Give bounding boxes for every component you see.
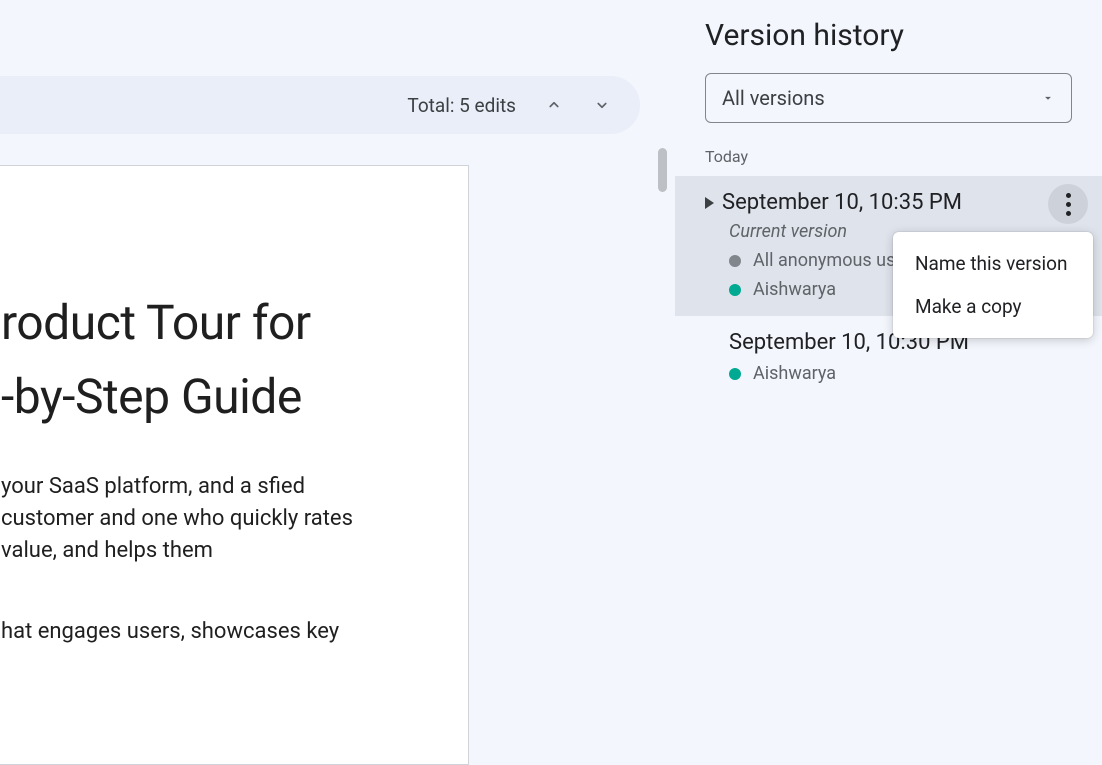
chevron-up-icon <box>545 96 563 114</box>
more-actions-button[interactable] <box>1048 184 1088 224</box>
doc-paragraph: your SaaS platform, and a sfied customer… <box>1 471 398 567</box>
menu-name-version[interactable]: Name this version <box>893 242 1093 285</box>
panel-title: Version history <box>675 0 1102 73</box>
collaborator-row: Aishwarya <box>729 363 1072 384</box>
section-label-today: Today <box>675 141 1102 176</box>
kebab-dot-icon <box>1066 211 1071 216</box>
collaborator-dot <box>729 284 741 296</box>
menu-make-copy[interactable]: Make a copy <box>893 285 1093 328</box>
collaborator-name: Aishwarya <box>753 363 836 384</box>
collaborator-dot <box>729 368 741 380</box>
context-menu: Name this version Make a copy <box>893 232 1093 338</box>
doc-paragraph: hat engages users, showcases key <box>1 616 398 648</box>
version-timestamp: September 10, 10:35 PM <box>722 190 962 215</box>
scrollbar-thumb[interactable] <box>658 148 667 192</box>
collaborator-dot <box>729 255 741 267</box>
doc-title-line-1: roduct Tour for <box>1 286 398 360</box>
kebab-dot-icon <box>1066 202 1071 207</box>
caret-down-icon <box>1041 91 1055 105</box>
doc-title-line-2: -by-Step Guide <box>1 360 398 434</box>
edits-count-label: Total: 5 edits <box>407 94 516 117</box>
collaborator-name: Aishwarya <box>753 279 836 300</box>
chevron-down-icon <box>593 96 611 114</box>
prev-edit-button[interactable] <box>536 87 572 123</box>
kebab-dot-icon <box>1066 193 1071 198</box>
next-edit-button[interactable] <box>584 87 620 123</box>
version-history-panel: Version history All versions Today Septe… <box>675 0 1102 679</box>
filter-selected-label: All versions <box>722 86 825 110</box>
doc-body: your SaaS platform, and a sfied customer… <box>1 471 398 649</box>
document-area: Total: 5 edits roduct Tour for -by-Step … <box>0 0 675 679</box>
edits-summary-bar: Total: 5 edits <box>0 76 640 134</box>
version-filter-select[interactable]: All versions <box>705 73 1072 123</box>
version-header: September 10, 10:35 PM <box>705 190 1072 215</box>
document-page: roduct Tour for -by-Step Guide your SaaS… <box>0 165 469 765</box>
expand-caret-icon[interactable] <box>705 197 714 209</box>
